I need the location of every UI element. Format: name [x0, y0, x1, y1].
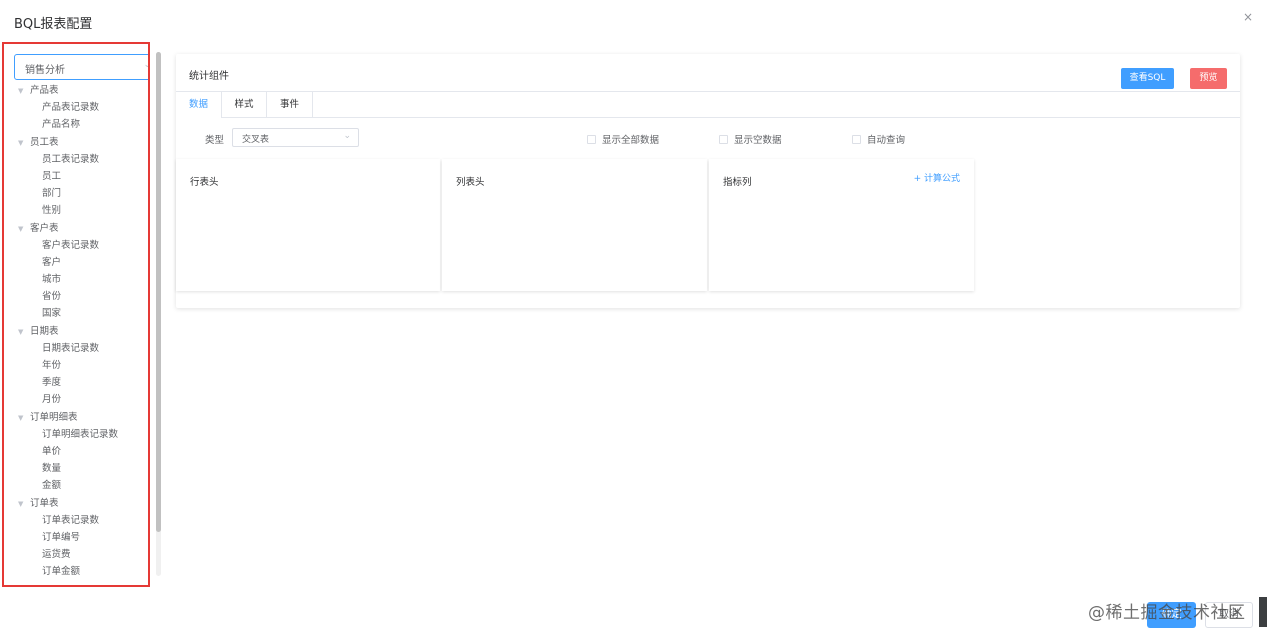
field-tree: ▼ 产品表产品表记录数 产品名称 ▼ 员工表员工表记录数 员工 部门 性别 ▼ 客户表客户表记录数… [18, 82, 148, 580]
tree-group[interactable]: ▼ 订单表 [18, 495, 148, 512]
tree-field[interactable]: 订单编号 [18, 529, 148, 546]
type-label: 类型 [205, 135, 225, 146]
checkbox-label: 自动查询 [867, 135, 906, 146]
stat-component-card: 统计组件 查看SQL 预览 数据 样式 事件 类型 交叉表 ⌄ 显示全部数据 显… [176, 54, 1240, 308]
view-sql-button[interactable]: 查看SQL [1121, 68, 1174, 89]
tree-field[interactable]: 产品表记录数 [18, 99, 148, 116]
metric-column-zone[interactable]: 指标列 + 计算公式 [709, 159, 974, 291]
tree-field[interactable]: 季度 [18, 374, 148, 391]
show-all-data-checkbox[interactable]: 显示全部数据 [587, 132, 659, 146]
tree-group-label: 产品表 [30, 85, 59, 96]
tree-group-label: 员工表 [30, 136, 59, 148]
sidebar-scrollbar[interactable] [156, 52, 161, 576]
tree-field[interactable]: 产品名称 [18, 116, 148, 133]
tree-field[interactable]: 省份 [18, 288, 148, 305]
preview-button[interactable]: 预览 [1190, 68, 1227, 89]
caret-down-icon: ▼ [18, 224, 24, 233]
tree-field[interactable]: 性别 [18, 202, 148, 219]
caret-down-icon: ▼ [18, 413, 24, 422]
checkbox-label: 显示全部数据 [602, 135, 660, 146]
watermark: @稀土掘金技术社区 [1088, 603, 1246, 623]
zone-title: 行表头 [190, 177, 219, 188]
field-panel: 销售分析 ⌄ ▼ 产品表产品表记录数产品名称 ▼ 员工表员工表记录数员工部门性别 ▼ 客户… [2, 42, 150, 587]
tree-field[interactable]: 员工表记录数 [18, 151, 148, 168]
zone-title: 指标列 [723, 177, 752, 188]
side-edge-tab[interactable] [1259, 597, 1267, 627]
tab-bar: 数据 样式 事件 [176, 91, 1240, 118]
datasource-value: 销售分析 [25, 65, 65, 76]
tree-field[interactable]: 订单表记录数 [18, 512, 148, 529]
type-select[interactable]: 交叉表 ⌄ [232, 128, 359, 147]
tree-group[interactable]: ▼ 日期表 [18, 323, 148, 340]
tree-group[interactable]: ▼ 员工表 [18, 134, 148, 151]
row-header-zone[interactable]: 行表头 [176, 159, 440, 291]
checkbox-icon [587, 135, 596, 144]
tree-field[interactable]: 客户表记录数 [18, 237, 148, 254]
tree-group[interactable]: ▼ 订单明细表 [18, 409, 148, 426]
tree-field[interactable]: 单价 [18, 443, 148, 460]
tree-field[interactable]: 国家 [18, 305, 148, 322]
checkbox-icon [852, 135, 861, 144]
column-header-zone[interactable]: 列表头 [442, 159, 707, 291]
show-empty-data-checkbox[interactable]: 显示空数据 [719, 132, 782, 146]
tree-field[interactable]: 客户 [18, 254, 148, 271]
caret-down-icon: ▼ [18, 499, 24, 508]
checkbox-icon [719, 135, 728, 144]
tree-field[interactable]: 日期表记录数 [18, 340, 148, 357]
caret-down-icon: ▼ [18, 327, 24, 336]
close-icon[interactable]: × [1243, 10, 1253, 24]
scrollbar-thumb[interactable] [156, 52, 161, 532]
tree-field[interactable]: 数量 [18, 460, 148, 477]
tree-group[interactable]: ▼ 产品表 [18, 82, 148, 99]
tree-group[interactable]: ▼ 客户表 [18, 220, 148, 237]
tree-field[interactable]: 年份 [18, 357, 148, 374]
tree-field[interactable]: 订单金额 [18, 563, 148, 580]
caret-down-icon: ▼ [18, 87, 24, 95]
chevron-down-icon: ⌄ [143, 60, 148, 70]
caret-down-icon: ▼ [18, 138, 24, 147]
tree-group-label: 客户表 [30, 222, 59, 234]
tree-field[interactable]: 城市 [18, 271, 148, 288]
tree-field[interactable]: 订单明细表记录数 [18, 426, 148, 443]
tree-field[interactable]: 运货费 [18, 546, 148, 563]
tree-field[interactable]: 部门 [18, 185, 148, 202]
tree-field[interactable]: 员工 [18, 168, 148, 185]
datasource-select[interactable]: 销售分析 ⌄ [14, 54, 148, 80]
checkbox-label: 显示空数据 [734, 135, 782, 146]
tree-group-label: 订单明细表 [30, 411, 78, 423]
zone-title: 列表头 [456, 177, 485, 188]
tree-field[interactable]: 月份 [18, 391, 148, 408]
dialog-title: BQL报表配置 [14, 17, 93, 32]
tab-event[interactable]: 事件 [267, 92, 313, 118]
tab-data[interactable]: 数据 [176, 92, 222, 118]
tab-style[interactable]: 样式 [222, 92, 267, 118]
tree-group-label: 订单表 [30, 497, 59, 509]
tree-field[interactable]: 金额 [18, 477, 148, 494]
auto-query-checkbox[interactable]: 自动查询 [852, 132, 905, 146]
add-formula-button[interactable]: + 计算公式 [914, 171, 960, 184]
tree-group-label: 日期表 [30, 325, 59, 337]
chevron-down-icon: ⌄ [343, 131, 351, 141]
type-value: 交叉表 [242, 135, 270, 145]
card-title: 统计组件 [189, 71, 229, 82]
